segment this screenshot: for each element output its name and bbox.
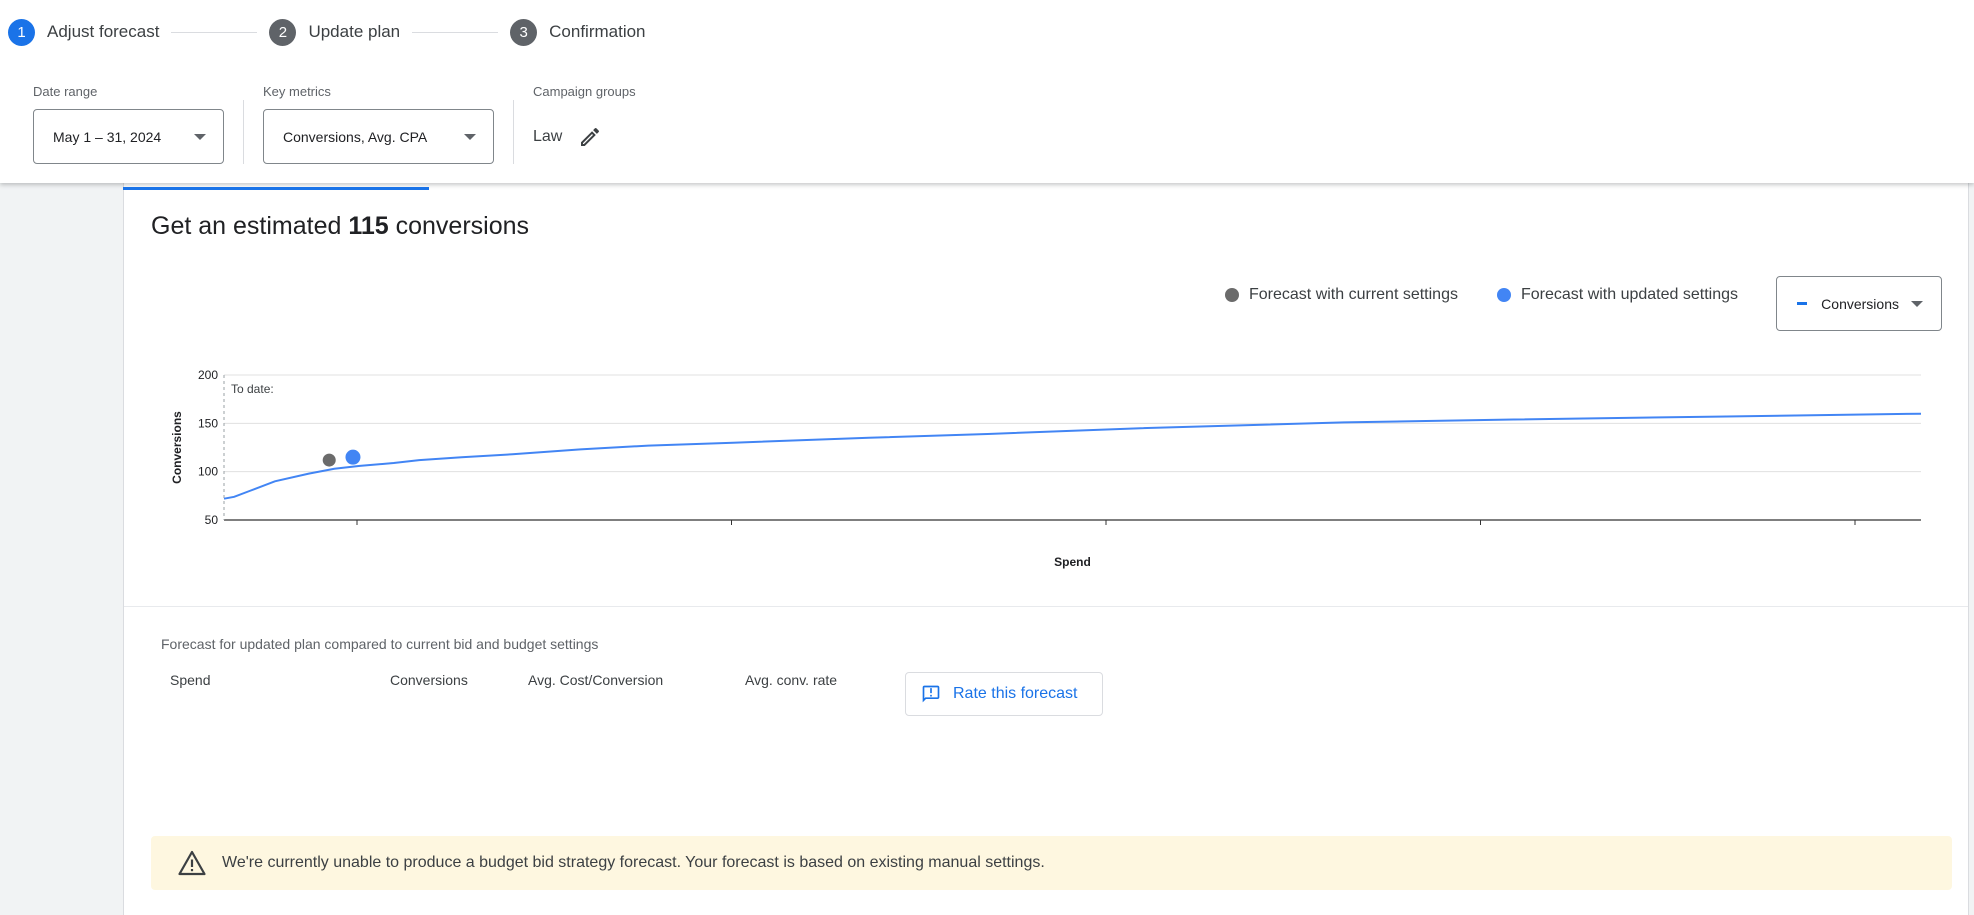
campaign-groups-label: Campaign groups — [533, 84, 636, 99]
comparison-title: Forecast for updated plan compared to cu… — [161, 636, 599, 652]
step-number: 2 — [269, 18, 297, 46]
filter-divider — [243, 100, 244, 164]
step-label: Update plan — [308, 22, 401, 41]
step-number: 3 — [510, 18, 538, 46]
current-forecast-point — [322, 453, 336, 467]
feedback-icon — [921, 684, 941, 704]
y-tick-label: 100 — [198, 465, 218, 479]
date-range-select[interactable]: May 1 – 31, 2024 — [33, 109, 224, 164]
warning-icon — [178, 850, 206, 876]
column-avg-cost-conversion: Avg. Cost/Conversion — [528, 672, 664, 688]
date-range-filter: Date range May 1 – 31, 2024 — [33, 84, 224, 164]
key-metrics-value: Conversions, Avg. CPA — [283, 128, 428, 145]
to-date-label: To date: — [231, 382, 274, 396]
pencil-edit-icon[interactable] — [578, 125, 602, 149]
key-metrics-label: Key metrics — [263, 84, 331, 99]
step-update-plan[interactable]: 2 Update plan — [269, 18, 400, 46]
step-adjust-forecast[interactable]: 1 Adjust forecast — [8, 18, 159, 46]
forecast-chart: 50 100 150 200 To date: Conversions Spend — [170, 368, 1922, 569]
campaign-groups-value: Law — [533, 127, 563, 145]
updated-forecast-point — [345, 449, 361, 465]
date-range-label: Date range — [33, 84, 98, 99]
warning-text: We're currently unable to produce a budg… — [222, 854, 1045, 871]
step-number: 1 — [8, 18, 35, 46]
key-metrics-select[interactable]: Conversions, Avg. CPA — [263, 109, 494, 164]
stepper: 1 Adjust forecast 2 Update plan 3 Confir… — [8, 18, 646, 46]
filters-bar: Date range May 1 – 31, 2024 Key metrics … — [33, 84, 636, 164]
date-range-value: May 1 – 31, 2024 — [53, 128, 162, 145]
warning-banner: We're currently unable to produce a budg… — [151, 836, 1952, 890]
column-avg-conv-rate: Avg. conv. rate — [745, 672, 838, 688]
key-metrics-filter: Key metrics Conversions, Avg. CPA — [263, 84, 494, 164]
forecast-header: 1 Adjust forecast 2 Update plan 3 Confir… — [0, 0, 1974, 183]
caret-down-icon — [464, 133, 476, 140]
y-tick-label: 50 — [205, 513, 219, 527]
step-confirmation[interactable]: 3 Confirmation — [510, 18, 646, 46]
step-label: Adjust forecast — [47, 22, 160, 41]
step-connector — [171, 31, 258, 33]
column-conversions: Conversions — [390, 672, 468, 688]
column-spend: Spend — [170, 672, 211, 688]
step-label: Confirmation — [549, 22, 646, 41]
section-divider — [124, 606, 1968, 607]
y-axis-label: Conversions — [170, 411, 184, 484]
campaign-groups-filter: Campaign groups Law — [533, 84, 636, 164]
forecast-card: Get an estimated 115 conversions Forecas… — [123, 160, 1969, 915]
y-tick-label: 200 — [198, 368, 218, 382]
y-tick-label: 150 — [198, 416, 218, 430]
campaign-groups-row: Law — [533, 109, 636, 164]
rate-forecast-label: Rate this forecast — [953, 685, 1078, 702]
rate-forecast-button[interactable]: Rate this forecast — [905, 672, 1103, 716]
caret-down-icon — [194, 133, 206, 140]
active-tab-indicator — [123, 187, 429, 190]
filter-divider — [513, 100, 514, 164]
step-connector — [412, 31, 499, 33]
x-axis-label: Spend — [1054, 555, 1091, 569]
conversions-series-line — [223, 412, 1922, 500]
